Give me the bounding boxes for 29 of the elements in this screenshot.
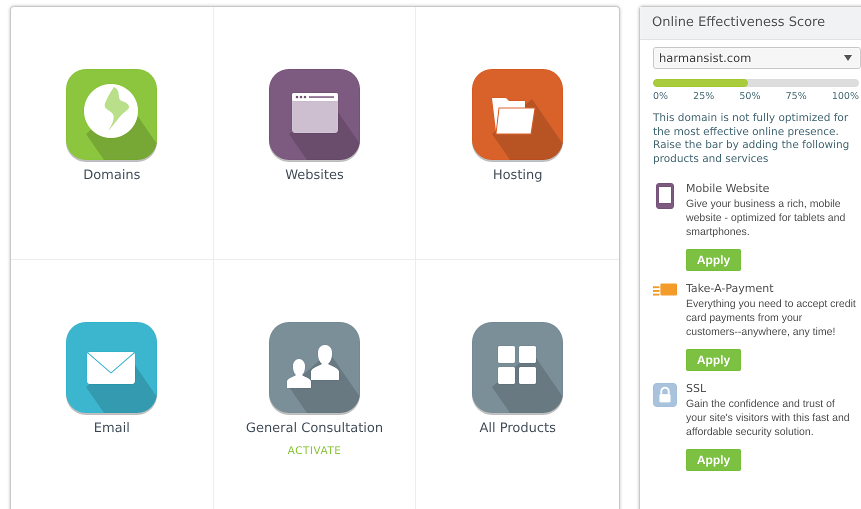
recommendation-title: Take-A-Payment — [686, 282, 775, 295]
product-label[interactable]: General Consultation — [246, 421, 384, 436]
people-icon[interactable] — [268, 322, 360, 415]
tick-label: 0% — [653, 91, 668, 102]
product-label[interactable]: Hosting — [492, 168, 543, 183]
recommendation-text: Everything you need to accept credit card payments from your customers--anywhere, any time! — [686, 297, 856, 339]
domain-select[interactable]: harmansist.com — [653, 47, 861, 69]
product-label[interactable]: Domains — [83, 168, 140, 183]
tick-label: 75% — [786, 91, 807, 102]
tick-label: 100% — [832, 91, 859, 102]
score-message: This domain is not fully optimized for the most effective online presence. Raise the bar by adding the following products and services — [653, 112, 850, 166]
envelope-icon[interactable] — [66, 322, 158, 415]
panel-title: Online Effectiveness Score — [640, 7, 861, 40]
recommendation-title: SSL — [686, 382, 708, 395]
browser-window-icon[interactable] — [268, 69, 360, 162]
payment-card-icon — [653, 282, 677, 298]
recommendation-text: Give your business a rich, mobile website - optimized for tablets and smartphones. — [686, 197, 846, 239]
tick-label: 50% — [739, 91, 761, 102]
lock-icon — [653, 382, 677, 408]
recommendation-text: Gain the confidence and trust of your site's visitors with this fast and affordable security solution. — [686, 397, 851, 439]
product-label[interactable]: Websites — [285, 168, 344, 183]
product-label[interactable]: All Products — [479, 421, 556, 436]
tick-label: 25% — [693, 91, 714, 102]
folder-icon[interactable] — [472, 69, 564, 162]
product-label[interactable]: Email — [94, 421, 130, 436]
caret-icon — [844, 55, 852, 61]
grid-icon[interactable] — [472, 322, 564, 415]
recommendation-title: Mobile Website — [686, 182, 770, 195]
phone-icon — [655, 182, 675, 210]
